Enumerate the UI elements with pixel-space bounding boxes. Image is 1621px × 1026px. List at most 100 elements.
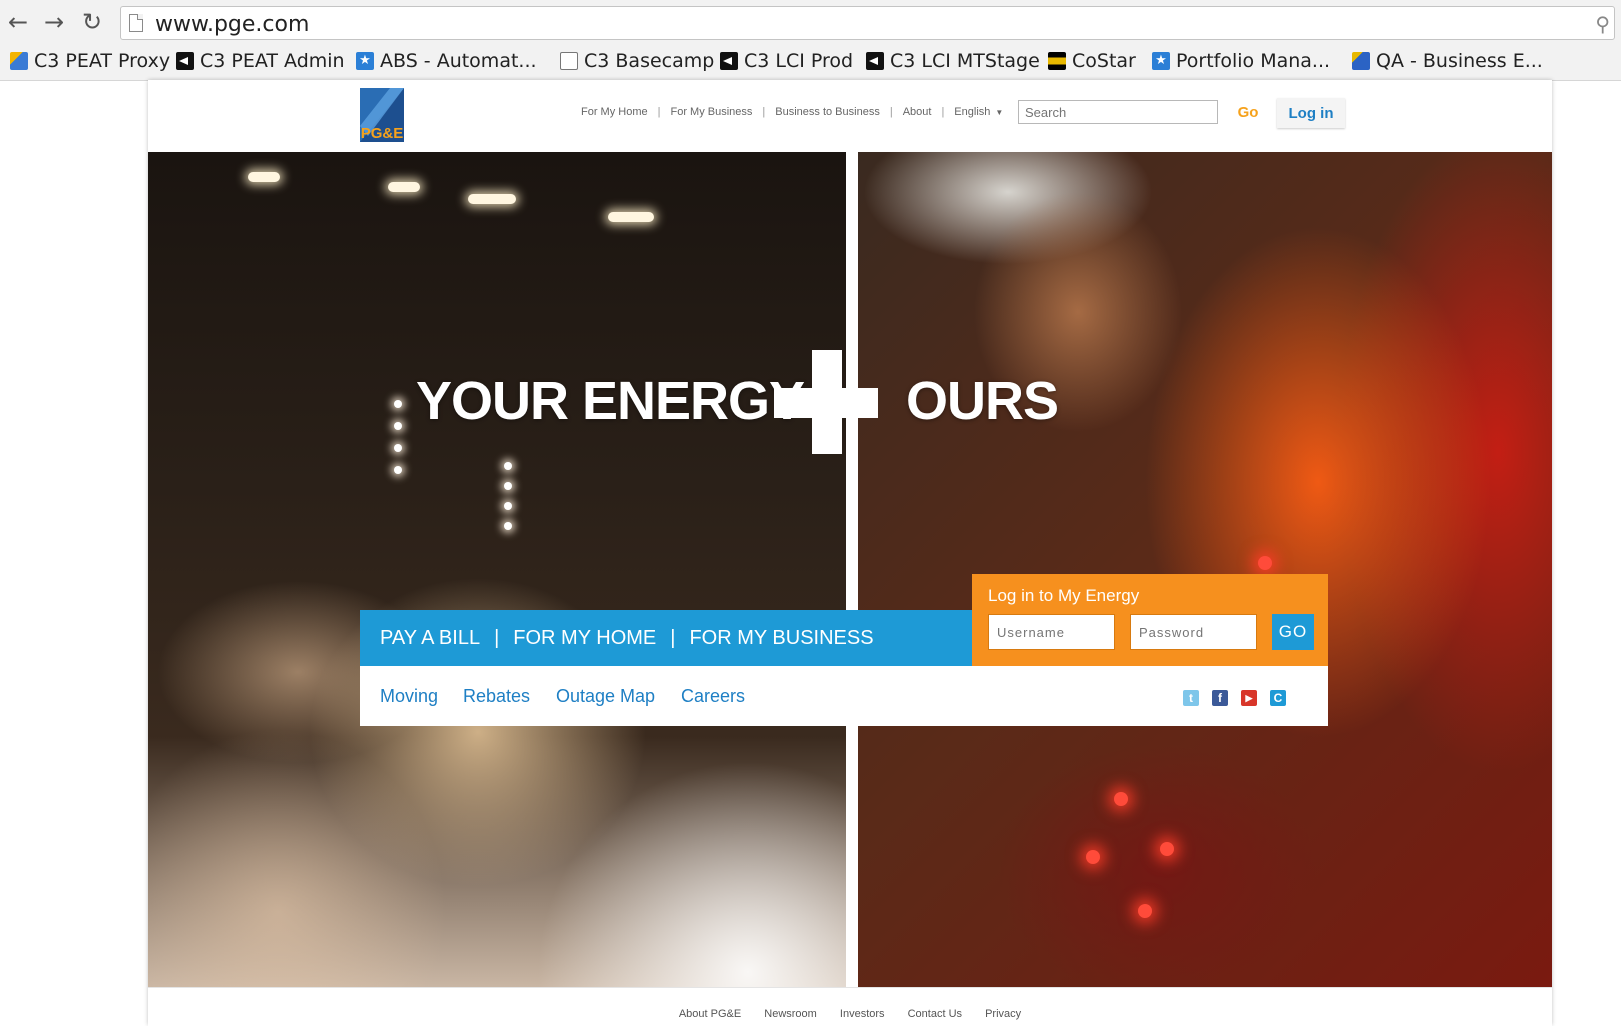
- nav-about[interactable]: About: [903, 106, 932, 120]
- page-icon: [129, 14, 143, 32]
- my-energy-login-panel: Log in to My Energy GO: [972, 574, 1328, 666]
- nav-separator: |: [941, 106, 945, 118]
- headline-your-energy: YOUR ENERGY: [416, 371, 805, 431]
- bookmark-label: Portfolio Mana...: [1176, 50, 1331, 72]
- url-text[interactable]: www.pge.com: [155, 12, 309, 37]
- hero-divider: [846, 152, 858, 987]
- pay-a-bill-link[interactable]: PAY A BILL: [380, 627, 480, 650]
- c3-favicon-icon: [720, 52, 738, 70]
- hero-image-ballerinas: [148, 152, 846, 987]
- pge-website: PG&E For My Home | For My Business | Bus…: [148, 80, 1552, 1026]
- for-my-business-link[interactable]: FOR MY BUSINESS: [689, 627, 873, 650]
- address-bar[interactable]: www.pge.com ⚲: [120, 6, 1615, 40]
- back-icon[interactable]: ←: [4, 8, 32, 36]
- bookmark-qa-business[interactable]: QA - Business E...: [1352, 46, 1543, 76]
- bookmark-costar[interactable]: CoStar: [1048, 46, 1136, 76]
- bookmark-c3-peat-admin[interactable]: C3 PEAT Admin: [176, 46, 345, 76]
- outage-map-link[interactable]: Outage Map: [556, 686, 655, 707]
- stage-bulb: [504, 522, 512, 530]
- for-my-home-link[interactable]: FOR MY HOME: [513, 627, 656, 650]
- bookmark-label: C3 PEAT Proxy: [34, 50, 171, 72]
- footer-newsroom-link[interactable]: Newsroom: [764, 1008, 817, 1020]
- language-selector[interactable]: English: [954, 106, 990, 120]
- bookmark-label: QA - Business E...: [1376, 50, 1543, 72]
- red-light: [1160, 842, 1174, 856]
- footer-investors-link[interactable]: Investors: [840, 1008, 885, 1020]
- costar-favicon-icon: [1048, 52, 1066, 70]
- bookmark-c3-lci-prod[interactable]: C3 LCI Prod: [720, 46, 853, 76]
- facebook-icon[interactable]: f: [1212, 690, 1228, 706]
- zoom-icon[interactable]: ⚲: [1595, 12, 1610, 37]
- footer-privacy-link[interactable]: Privacy: [985, 1008, 1021, 1020]
- top-navigation: For My Home | For My Business | Business…: [581, 106, 1003, 120]
- moving-link[interactable]: Moving: [380, 686, 438, 707]
- bookmark-c3-peat-proxy[interactable]: C3 PEAT Proxy: [10, 46, 170, 76]
- chart-favicon-icon: [10, 52, 28, 70]
- stage-bulb: [394, 400, 402, 408]
- bookmark-c3-lci-mtstage[interactable]: C3 LCI MTStage: [866, 46, 1040, 76]
- actions-separator: |: [494, 626, 500, 649]
- bookmark-label: CoStar: [1072, 50, 1136, 72]
- youtube-icon[interactable]: ▶: [1241, 690, 1257, 706]
- bookmark-label: C3 LCI MTStage: [890, 50, 1040, 72]
- bookmark-label: C3 Basecamp: [584, 50, 715, 72]
- stage-bulb: [504, 502, 512, 510]
- chevron-down-icon[interactable]: ▼: [995, 106, 1003, 120]
- stage-light: [388, 182, 420, 192]
- nav-separator: |: [657, 106, 661, 118]
- chart-favicon-icon: [1352, 52, 1370, 70]
- footer-links: About PG&E Newsroom Investors Contact Us…: [148, 1008, 1552, 1020]
- forward-icon[interactable]: →: [40, 8, 68, 36]
- c3-favicon-icon: [176, 52, 194, 70]
- nav-for-my-home[interactable]: For My Home: [581, 106, 648, 120]
- rebates-link[interactable]: Rebates: [463, 686, 530, 707]
- reload-icon[interactable]: ↻: [78, 8, 106, 36]
- star-favicon-icon: ★: [356, 52, 374, 70]
- stage-light: [248, 172, 280, 182]
- bookmark-label: C3 LCI Prod: [744, 50, 854, 72]
- bookmark-abs[interactable]: ★ ABS - Automat...: [356, 46, 537, 76]
- red-light: [1258, 556, 1272, 570]
- twitter-icon[interactable]: t: [1183, 690, 1199, 706]
- primary-actions-bar: PAY A BILL | FOR MY HOME | FOR MY BUSINE…: [360, 610, 972, 666]
- footer: About PG&E Newsroom Investors Contact Us…: [148, 987, 1552, 1026]
- currents-icon[interactable]: C: [1270, 690, 1286, 706]
- plus-icon: [774, 350, 878, 454]
- footer-about-link[interactable]: About PG&E: [679, 1008, 741, 1020]
- bookmark-label: ABS - Automat...: [380, 50, 537, 72]
- bookmark-c3-basecamp[interactable]: C3 Basecamp: [560, 46, 714, 76]
- careers-link[interactable]: Careers: [681, 686, 745, 707]
- nav-for-my-business[interactable]: For My Business: [670, 106, 752, 120]
- hero-image-worker: [858, 152, 1552, 987]
- pge-logo[interactable]: PG&E: [360, 88, 404, 142]
- red-light: [1138, 904, 1152, 918]
- logo-text: PG&E: [361, 125, 404, 142]
- search-go-button[interactable]: Go: [1228, 100, 1268, 124]
- username-field[interactable]: [988, 614, 1115, 650]
- star-favicon-icon: ★: [1152, 52, 1170, 70]
- bookmark-label: C3 PEAT Admin: [200, 50, 345, 72]
- actions-separator: |: [670, 626, 676, 649]
- browser-chrome: ← → ↻ www.pge.com ⚲ C3 PEAT Proxy C3 PEA…: [0, 0, 1621, 81]
- nav-business-to-business[interactable]: Business to Business: [775, 106, 880, 120]
- hero-banner: YOUR ENERGY OURS PAY A BILL | FOR MY HOM…: [148, 152, 1552, 987]
- login-button[interactable]: Log in: [1277, 98, 1345, 128]
- headline-ours: OURS: [906, 371, 1059, 431]
- stage-light: [608, 212, 654, 222]
- quick-links-bar: Moving Rebates Outage Map Careers t f ▶ …: [360, 666, 1328, 726]
- stage-bulb: [504, 462, 512, 470]
- page-icon: [560, 52, 578, 70]
- stage-bulb: [394, 466, 402, 474]
- red-light: [1114, 792, 1128, 806]
- bookmark-portfolio[interactable]: ★ Portfolio Mana...: [1152, 46, 1330, 76]
- bookmarks-bar: C3 PEAT Proxy C3 PEAT Admin ★ ABS - Autom…: [0, 46, 1621, 76]
- footer-contact-link[interactable]: Contact Us: [908, 1008, 962, 1020]
- search-input[interactable]: [1018, 100, 1218, 124]
- nav-separator: |: [889, 106, 893, 118]
- login-panel-title: Log in to My Energy: [988, 586, 1140, 605]
- login-go-button[interactable]: GO: [1272, 614, 1314, 650]
- password-field[interactable]: [1130, 614, 1257, 650]
- stage-light: [468, 194, 516, 204]
- stage-bulb: [504, 482, 512, 490]
- stage-bulb: [394, 422, 402, 430]
